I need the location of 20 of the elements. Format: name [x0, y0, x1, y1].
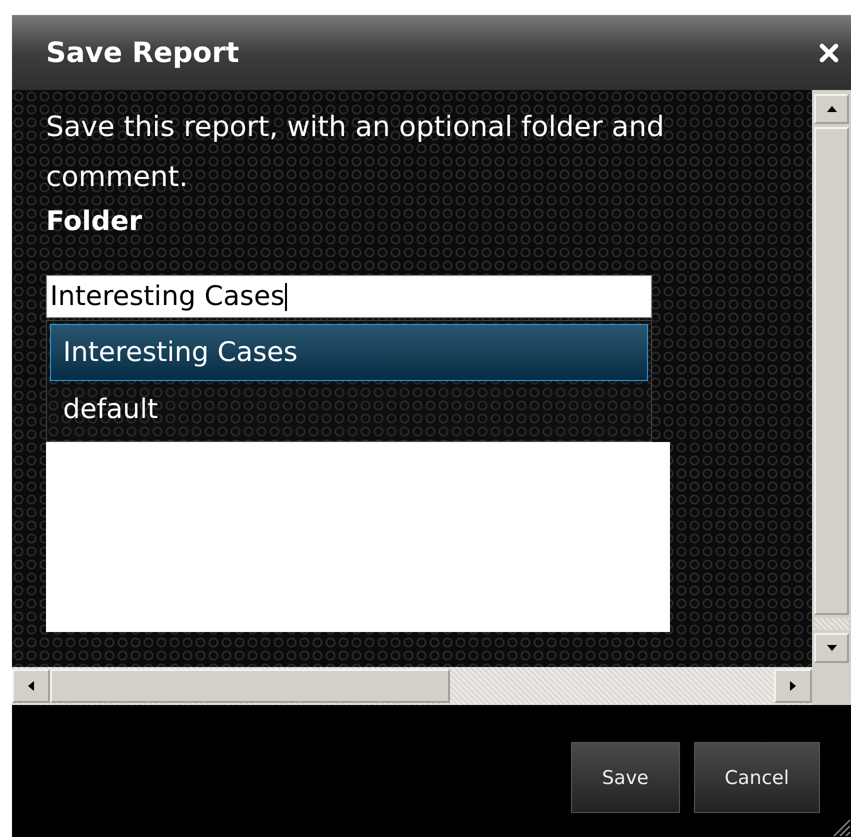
folder-label: Folder: [46, 205, 144, 239]
scroll-track[interactable]: [814, 618, 849, 630]
description: Save this report, with an optional folder and comment.: [46, 109, 666, 195]
scroll-left-button[interactable]: [12, 669, 50, 703]
vertical-scrollbar[interactable]: [812, 90, 851, 667]
close-icon[interactable]: [819, 42, 839, 62]
horizontal-scrollbar[interactable]: [12, 667, 812, 705]
window-title: Save Report: [46, 36, 240, 69]
scroll-down-button[interactable]: [814, 633, 849, 663]
suggestion-item[interactable]: Interesting Cases: [50, 324, 648, 381]
save-button[interactable]: Save: [570, 742, 680, 813]
folder-field[interactable]: Interesting Cases: [46, 275, 652, 318]
scrollbar-corner: [812, 667, 851, 705]
cancel-button[interactable]: Cancel: [694, 742, 820, 813]
scroll-up-button[interactable]: [814, 94, 849, 124]
suggestion-item[interactable]: default: [50, 381, 648, 438]
scroll-right-button[interactable]: [774, 669, 812, 703]
scroll-thumb[interactable]: [814, 127, 849, 615]
scroll-thumb[interactable]: [50, 669, 450, 703]
comment-field[interactable]: [46, 442, 670, 632]
